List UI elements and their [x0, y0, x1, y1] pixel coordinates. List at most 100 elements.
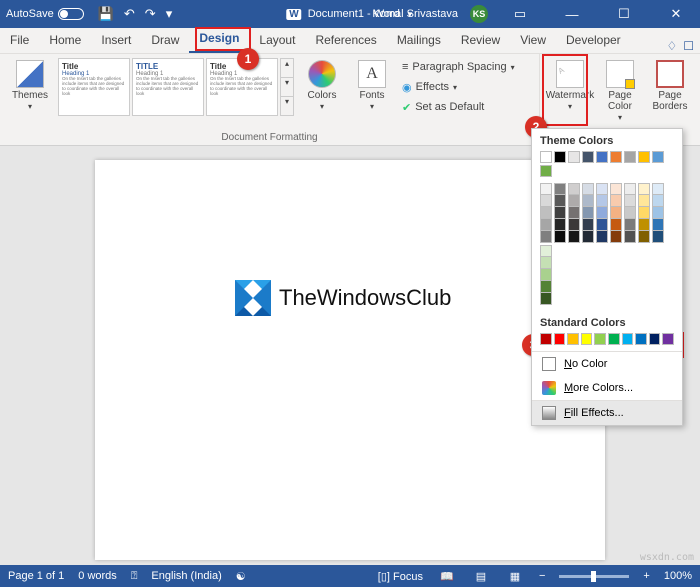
- color-swatch[interactable]: [596, 183, 608, 195]
- color-swatch[interactable]: [652, 207, 664, 219]
- color-swatch[interactable]: [540, 165, 552, 177]
- tab-draw[interactable]: Draw: [141, 29, 189, 53]
- color-swatch[interactable]: [540, 293, 552, 305]
- color-swatch[interactable]: [610, 183, 622, 195]
- color-swatch[interactable]: [582, 195, 594, 207]
- gallery-down-icon[interactable]: ▾: [281, 77, 293, 96]
- color-swatch[interactable]: [610, 231, 622, 243]
- page-borders-button[interactable]: Page Borders: [648, 58, 692, 114]
- color-swatch[interactable]: [554, 151, 566, 163]
- color-swatch[interactable]: [554, 231, 566, 243]
- color-swatch[interactable]: [608, 333, 620, 345]
- zoom-in-button[interactable]: +: [643, 570, 649, 582]
- color-swatch[interactable]: [568, 231, 580, 243]
- close-button[interactable]: ✕: [656, 0, 696, 28]
- color-swatch[interactable]: [540, 231, 552, 243]
- color-swatch[interactable]: [624, 195, 636, 207]
- tab-home[interactable]: Home: [39, 29, 91, 53]
- tab-developer[interactable]: Developer: [556, 29, 631, 53]
- color-swatch[interactable]: [540, 245, 552, 257]
- color-swatch[interactable]: [596, 195, 608, 207]
- gallery-more-icon[interactable]: ▾: [281, 96, 293, 115]
- themes-button[interactable]: Themes ▾: [8, 58, 52, 114]
- color-swatch[interactable]: [554, 219, 566, 231]
- color-swatch[interactable]: [596, 207, 608, 219]
- color-swatch[interactable]: [638, 151, 650, 163]
- color-swatch[interactable]: [652, 183, 664, 195]
- color-swatch[interactable]: [581, 333, 593, 345]
- tab-design[interactable]: Design: [189, 27, 249, 53]
- color-swatch[interactable]: [568, 195, 580, 207]
- color-swatch[interactable]: [638, 183, 650, 195]
- color-swatch[interactable]: [610, 207, 622, 219]
- colors-button[interactable]: Colors ▾: [300, 58, 344, 114]
- color-swatch[interactable]: [596, 219, 608, 231]
- color-swatch[interactable]: [652, 219, 664, 231]
- color-swatch[interactable]: [540, 151, 552, 163]
- redo-icon[interactable]: ↷: [145, 6, 156, 22]
- color-swatch[interactable]: [638, 231, 650, 243]
- share-button[interactable]: ♢: [666, 39, 677, 53]
- tab-review[interactable]: Review: [451, 29, 510, 53]
- color-swatch[interactable]: [568, 151, 580, 163]
- color-swatch[interactable]: [652, 195, 664, 207]
- color-swatch[interactable]: [624, 183, 636, 195]
- fill-effects-item[interactable]: Fill Effects...: [532, 400, 682, 425]
- color-swatch[interactable]: [649, 333, 661, 345]
- minimize-button[interactable]: —: [552, 0, 592, 28]
- color-swatch[interactable]: [582, 207, 594, 219]
- color-swatch[interactable]: [540, 281, 552, 293]
- user-name[interactable]: Komal Srivastava: [372, 8, 458, 20]
- page-color-button[interactable]: Page Color ▾: [598, 58, 642, 125]
- color-swatch[interactable]: [624, 219, 636, 231]
- style-set-item[interactable]: Title Heading 1 On the Insert tab the ga…: [206, 58, 278, 116]
- color-swatch[interactable]: [540, 269, 552, 281]
- color-swatch[interactable]: [582, 183, 594, 195]
- color-swatch[interactable]: [652, 151, 664, 163]
- save-icon[interactable]: 💾: [98, 6, 114, 22]
- color-swatch[interactable]: [596, 231, 608, 243]
- gallery-up-icon[interactable]: ▴: [281, 59, 293, 77]
- zoom-level[interactable]: 100%: [664, 570, 692, 582]
- color-swatch[interactable]: [568, 183, 580, 195]
- tab-view[interactable]: View: [510, 29, 556, 53]
- color-swatch[interactable]: [622, 333, 634, 345]
- color-swatch[interactable]: [610, 151, 622, 163]
- style-set-item[interactable]: TITLE Heading 1 On the Insert tab the ga…: [132, 58, 204, 116]
- color-swatch[interactable]: [624, 231, 636, 243]
- user-avatar[interactable]: KS: [470, 5, 488, 23]
- color-swatch[interactable]: [540, 207, 552, 219]
- language-indicator[interactable]: English (India): [151, 570, 221, 582]
- page-indicator[interactable]: Page 1 of 1: [8, 570, 64, 582]
- qat-more-icon[interactable]: ▾: [166, 6, 173, 22]
- read-mode-icon[interactable]: 📖: [437, 570, 457, 583]
- color-swatch[interactable]: [624, 151, 636, 163]
- paragraph-spacing-button[interactable]: ≡Paragraph Spacing ▾: [400, 58, 517, 76]
- spellcheck-icon[interactable]: ⍰: [131, 570, 138, 583]
- color-swatch[interactable]: [662, 333, 674, 345]
- zoom-slider[interactable]: [559, 575, 629, 578]
- color-swatch[interactable]: [624, 207, 636, 219]
- color-swatch[interactable]: [554, 333, 566, 345]
- ribbon-display-icon[interactable]: ▭: [500, 0, 540, 28]
- color-swatch[interactable]: [540, 219, 552, 231]
- fonts-button[interactable]: A Fonts ▾: [350, 58, 394, 114]
- print-layout-icon[interactable]: ▤: [471, 570, 491, 583]
- color-swatch[interactable]: [594, 333, 606, 345]
- tab-references[interactable]: References: [305, 29, 386, 53]
- color-swatch[interactable]: [554, 183, 566, 195]
- color-swatch[interactable]: [596, 151, 608, 163]
- tab-insert[interactable]: Insert: [91, 29, 141, 53]
- comments-button[interactable]: ☐: [683, 39, 694, 53]
- color-swatch[interactable]: [582, 151, 594, 163]
- color-swatch[interactable]: [652, 231, 664, 243]
- tab-layout[interactable]: Layout: [249, 29, 305, 53]
- set-as-default-button[interactable]: ✔Set as Default: [400, 98, 517, 116]
- color-swatch[interactable]: [567, 333, 579, 345]
- style-set-item[interactable]: Title Heading 1 On the Insert tab the ga…: [58, 58, 130, 116]
- color-swatch[interactable]: [635, 333, 647, 345]
- autosave-toggle[interactable]: AutoSave: [6, 8, 84, 20]
- tab-file[interactable]: File: [0, 29, 39, 53]
- word-count[interactable]: 0 words: [78, 570, 117, 582]
- color-swatch[interactable]: [568, 219, 580, 231]
